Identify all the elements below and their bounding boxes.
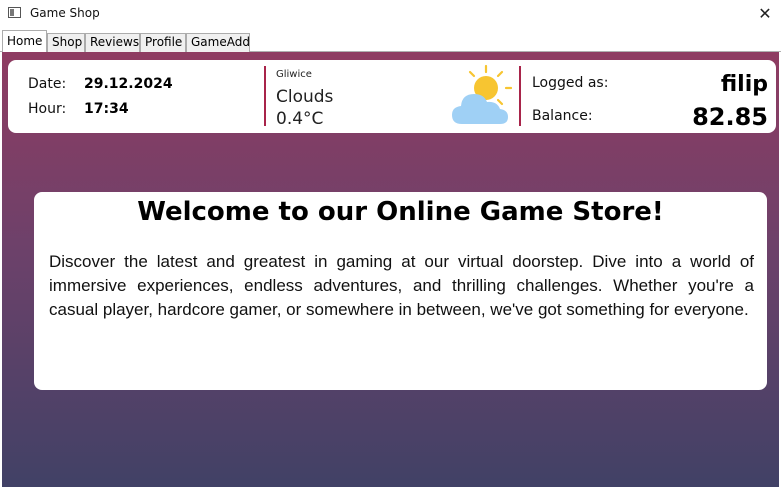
welcome-title: Welcome to our Online Game Store! [137, 197, 664, 227]
username: filip [720, 72, 768, 97]
date-value: 29.12.2024 [84, 76, 173, 92]
home-content: Date: 29.12.2024 Hour: 17:34 Gliwice Clo… [2, 52, 779, 487]
weather-temperature: 0.4°C [276, 109, 324, 129]
title-bar: Game Shop ✕ [0, 0, 781, 30]
welcome-card: Welcome to our Online Game Store! Discov… [34, 192, 767, 390]
sun-behind-cloud-icon [452, 64, 512, 124]
balance-value: 82.85 [692, 103, 768, 131]
tab-home[interactable]: Home [2, 30, 47, 52]
tab-shop[interactable]: Shop [47, 33, 85, 52]
window-title: Game Shop [30, 6, 100, 20]
info-divider-right [519, 66, 521, 126]
weather-city: Gliwice [276, 69, 312, 80]
tab-gameadd[interactable]: GameAdd [186, 33, 250, 52]
welcome-text: Discover the latest and greatest in gami… [49, 252, 754, 319]
info-divider-left [264, 66, 266, 126]
app-window: Game Shop ✕ Home Shop Reviews Profile Ga… [0, 0, 781, 489]
logged-as-label: Logged as: [532, 75, 609, 91]
tab-profile[interactable]: Profile [140, 33, 186, 52]
app-window-icon [8, 7, 21, 18]
weather-description: Clouds [276, 87, 334, 107]
close-button[interactable]: ✕ [753, 2, 777, 26]
hour-value: 17:34 [84, 101, 129, 117]
info-bar: Date: 29.12.2024 Hour: 17:34 Gliwice Clo… [8, 60, 776, 133]
date-label: Date: [28, 76, 67, 92]
hour-label: Hour: [28, 101, 67, 117]
balance-label: Balance: [532, 108, 593, 124]
tab-reviews[interactable]: Reviews [85, 33, 140, 52]
tab-strip: Home Shop Reviews Profile GameAdd [0, 30, 781, 52]
